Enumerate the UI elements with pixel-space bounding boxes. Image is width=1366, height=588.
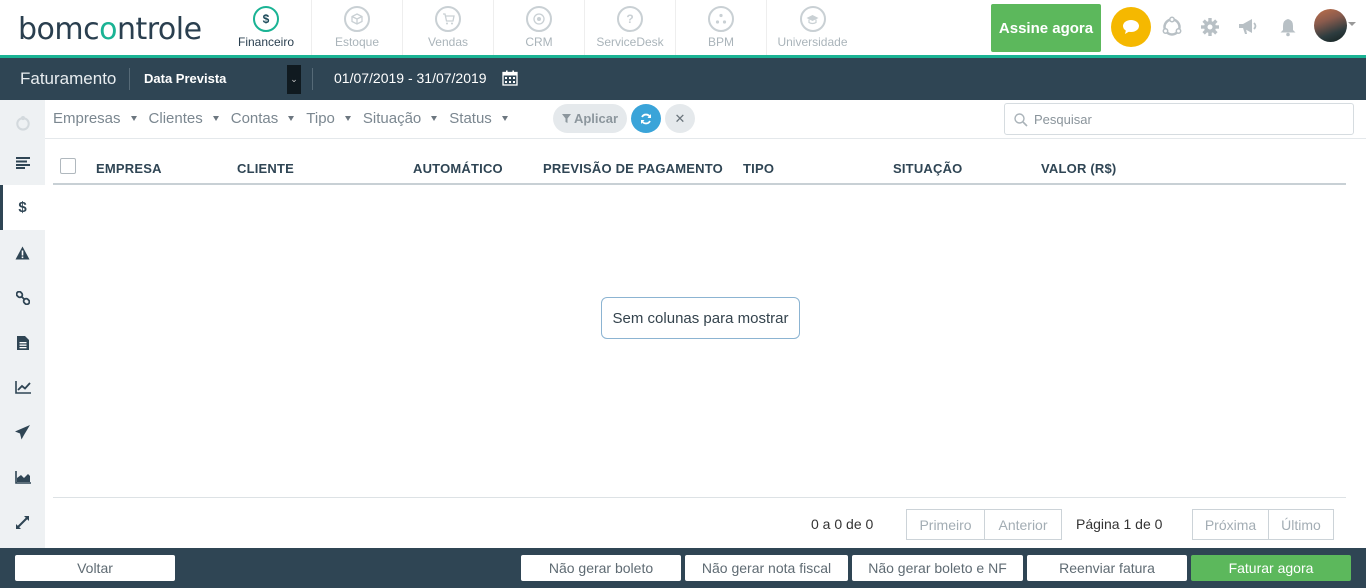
module-label: CRM (525, 35, 553, 49)
line-chart-icon[interactable] (0, 365, 45, 410)
filter-clientes-dropdown[interactable]: Clientes (149, 110, 219, 127)
box-icon (344, 6, 370, 32)
divider (45, 138, 1366, 139)
date-range-picker[interactable]: 01/07/2019 - 31/07/2019 (334, 70, 487, 86)
bill-now-button[interactable]: Faturar agora (1191, 555, 1351, 581)
module-bpm[interactable]: BPM (676, 0, 767, 55)
module-label: ServiceDesk (596, 35, 664, 49)
send-icon[interactable] (0, 410, 45, 455)
filter-icon (561, 114, 571, 123)
expand-icon[interactable] (0, 500, 45, 545)
chevron-down-icon[interactable]: ⌄ (287, 65, 301, 94)
warning-icon[interactable] (0, 230, 45, 275)
caret-down-icon (344, 115, 351, 121)
calendar-icon[interactable] (502, 70, 518, 86)
footer-action-bar: Voltar Não gerar boleto Não gerar nota f… (0, 548, 1366, 588)
refresh-icon (641, 113, 651, 124)
close-icon: ✕ (674, 110, 686, 126)
left-sidebar: $ (0, 100, 45, 548)
module-nav: $ Financeiro Estoque Vendas CRM ? Servic… (221, 0, 858, 55)
target-icon (526, 6, 552, 32)
module-estoque[interactable]: Estoque (312, 0, 403, 55)
chat-icon[interactable] (1111, 7, 1151, 47)
filter-bar: Empresas Clientes Contas Tipo Situação S… (53, 104, 520, 132)
pagination-count: 0 a 0 de 0 (811, 516, 874, 532)
list-icon[interactable] (0, 140, 45, 185)
caret-down-icon (130, 115, 137, 121)
filter-situacao-dropdown[interactable]: Situação (363, 110, 438, 127)
top-navbar: bomcontrole $ Financeiro Estoque Vendas … (0, 0, 1366, 55)
column-header-cliente[interactable]: CLIENTE (237, 161, 294, 176)
question-icon: ? (617, 6, 643, 32)
last-page-button[interactable]: Último (1268, 509, 1334, 540)
module-financeiro[interactable]: $ Financeiro (221, 0, 312, 55)
column-header-valor[interactable]: VALOR (R$) (1041, 161, 1116, 176)
billing-dollar-icon[interactable]: $ (0, 185, 45, 230)
filter-tipo-dropdown[interactable]: Tipo (306, 110, 351, 127)
graduation-cap-icon (799, 6, 826, 32)
column-header-empresa[interactable]: EMPRESA (96, 161, 162, 176)
date-type-select[interactable]: Data Prevista (144, 71, 226, 86)
skip-boleto-button[interactable]: Não gerar boleto (521, 555, 681, 581)
module-label: Financeiro (237, 35, 295, 49)
module-label: Universidade (777, 35, 848, 49)
divider (129, 68, 130, 90)
apply-filters-button[interactable]: Aplicar (553, 104, 627, 133)
column-header-tipo[interactable]: TIPO (743, 161, 774, 176)
support-icon[interactable] (0, 100, 45, 145)
search-icon (1014, 113, 1028, 127)
divider (53, 497, 1346, 498)
cycle-icon (708, 6, 734, 32)
bomcontrole-logo[interactable]: bomcontrole (18, 12, 202, 47)
search-box[interactable] (1004, 103, 1354, 135)
empty-table-message: Sem colunas para mostrar (601, 297, 800, 339)
column-header-automatico[interactable]: AUTOMÁTICO (413, 161, 503, 176)
user-avatar[interactable] (1314, 9, 1347, 42)
column-header-previsao-pagamento[interactable]: PREVISÃO DE PAGAMENTO (543, 161, 723, 176)
column-header-situacao[interactable]: SITUAÇÃO (893, 161, 963, 176)
first-page-button[interactable]: Primeiro (906, 509, 985, 540)
subscribe-now-button[interactable]: Assine agora (991, 4, 1101, 52)
page-info: Página 1 de 0 (1076, 516, 1163, 532)
megaphone-icon[interactable] (1237, 16, 1259, 38)
module-label: Vendas (427, 35, 469, 49)
document-icon[interactable] (0, 320, 45, 365)
page-title: Faturamento (20, 69, 117, 88)
dollar-icon: $ (253, 6, 279, 32)
module-label: BPM (707, 35, 734, 49)
clear-filters-button[interactable]: ✕ (665, 104, 695, 133)
select-all-checkbox[interactable] (60, 158, 76, 174)
filter-contas-dropdown[interactable]: Contas (231, 110, 295, 127)
module-vendas[interactable]: Vendas (403, 0, 494, 55)
filter-status-dropdown[interactable]: Status (449, 110, 508, 127)
module-crm[interactable]: CRM (494, 0, 585, 55)
caret-down-icon (212, 115, 219, 121)
previous-page-button[interactable]: Anterior (984, 509, 1062, 540)
next-page-button[interactable]: Próxima (1192, 509, 1269, 540)
skip-boleto-and-invoice-button[interactable]: Não gerar boleto e NF (852, 555, 1023, 581)
cart-icon (435, 6, 461, 32)
gear-icon[interactable] (1199, 16, 1221, 38)
module-servicedesk[interactable]: ? ServiceDesk (585, 0, 676, 55)
skip-invoice-button[interactable]: Não gerar nota fiscal (685, 555, 848, 581)
filter-empresas-dropdown[interactable]: Empresas (53, 110, 137, 127)
divider (312, 68, 313, 90)
module-label: Estoque (334, 35, 380, 49)
back-button[interactable]: Voltar (15, 555, 175, 581)
module-universidade[interactable]: Universidade (767, 0, 858, 55)
page-toolbar: Faturamento Data Prevista ⌄ 01/07/2019 -… (0, 58, 1366, 100)
caret-down-icon (288, 115, 295, 121)
table-header: EMPRESA CLIENTE AUTOMÁTICO PREVISÃO DE P… (53, 150, 1346, 185)
support-icon[interactable] (1161, 16, 1183, 38)
refresh-button[interactable] (631, 104, 661, 133)
link-icon[interactable] (0, 275, 45, 320)
chevron-down-icon[interactable] (1348, 22, 1356, 26)
search-input[interactable] (1034, 112, 1334, 127)
area-chart-icon[interactable] (0, 455, 45, 500)
caret-down-icon (431, 115, 438, 121)
bell-icon[interactable] (1277, 16, 1299, 38)
resend-invoice-button[interactable]: Reenviar fatura (1027, 555, 1187, 581)
caret-down-icon (501, 115, 508, 121)
